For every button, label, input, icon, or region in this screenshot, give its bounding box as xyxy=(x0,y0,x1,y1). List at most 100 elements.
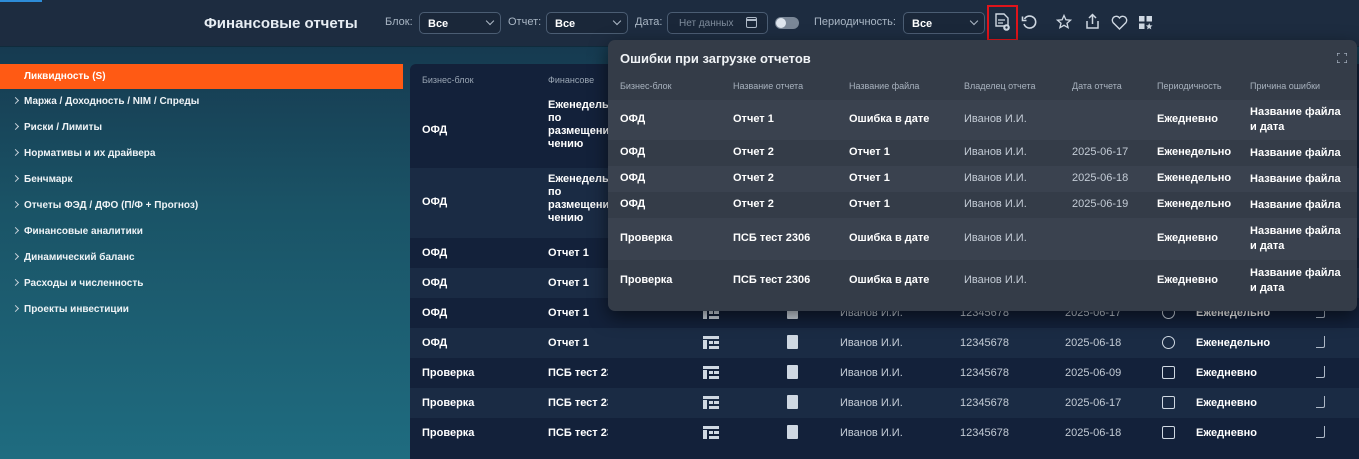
table-row[interactable]: Проверка ПСБ тест 2306 Иванов И.И. 12345678… xyxy=(410,388,1359,418)
highlight-box xyxy=(987,5,1018,41)
row-periodicity: Ежедневно xyxy=(1196,397,1257,409)
popup-cell-reason: Название файла xyxy=(1250,267,1341,279)
popup-cell-owner: Иванов И.И. xyxy=(964,232,1027,244)
document-icon[interactable] xyxy=(787,365,798,379)
load-errors-popup: Ошибки при загрузке отчетов Бизнес-блок … xyxy=(608,40,1357,311)
document-icon[interactable] xyxy=(787,425,798,439)
return-arrow-icon[interactable] xyxy=(1316,396,1325,408)
sidebar-item-label: Маржа / Доходность / NIM / Спреды xyxy=(24,96,200,107)
row-report-name: Отчет 1 xyxy=(548,307,589,319)
sidebar-item-label: Бенчмарк xyxy=(24,174,73,185)
date-toggle[interactable] xyxy=(775,17,799,29)
popup-title: Ошибки при загрузке отчетов xyxy=(620,51,811,66)
sidebar-item-label: Нормативы и их драйвера xyxy=(24,148,156,159)
sidebar-item-label: Ликвидность (S) xyxy=(24,71,106,82)
row-periodicity: Еженедельно xyxy=(1196,337,1271,349)
periodicity-filter-select[interactable]: Все xyxy=(903,12,985,34)
apps-icon[interactable] xyxy=(1138,15,1153,30)
chevron-right-icon xyxy=(11,148,20,157)
row-report-name: ПСБ тест 2306 xyxy=(548,427,608,439)
popup-row[interactable]: Проверка ПСБ тест 2306 Ошибка в дате Иванов… xyxy=(608,218,1357,260)
row-report-name: Еженедельн xyxy=(548,99,608,111)
row-code: 12345678 xyxy=(960,397,1009,409)
report-filter-value: Все xyxy=(555,18,576,30)
chevron-right-icon xyxy=(11,304,20,313)
popup-cell-reason: Название файла xyxy=(1250,199,1341,211)
chevron-right-icon xyxy=(11,174,20,183)
popup-cell-owner: Иванов И.И. xyxy=(964,172,1027,184)
row-report-name: ПСБ тест 2306 xyxy=(548,397,608,409)
chevron-right-icon xyxy=(11,278,20,287)
sidebar-item-fin-analytics[interactable]: Финансовые аналитики xyxy=(0,219,403,245)
date-filter-placeholder: Нет данных xyxy=(679,18,734,29)
top-accent xyxy=(0,0,42,2)
sidebar-item-fed-reports[interactable]: Отчеты ФЭД / ДФО (П/Ф + Прогноз) xyxy=(0,193,403,219)
chevron-right-icon xyxy=(11,252,20,261)
calendar-icon xyxy=(1162,396,1175,409)
grid-view-icon[interactable] xyxy=(703,336,719,349)
row-report-name: по xyxy=(548,186,562,198)
toggle-knob xyxy=(776,18,786,28)
grid-view-icon[interactable] xyxy=(703,396,719,409)
share-icon[interactable] xyxy=(1085,13,1100,30)
return-arrow-icon[interactable] xyxy=(1316,336,1325,348)
table-row[interactable]: ОФД Отчет 1 Иванов И.И. 12345678 2025-06-18 Е… xyxy=(410,328,1359,358)
return-arrow-icon[interactable] xyxy=(1316,366,1325,378)
popup-row[interactable]: ОФД Отчет 2 Отчет 1 Иванов И.И. 2025-06-18 Еж… xyxy=(608,166,1357,192)
row-report-name: Отчет 1 xyxy=(548,277,589,289)
popup-row[interactable]: ОФД Отчет 1 Ошибка в дате Иванов И.И. Ежедне… xyxy=(608,100,1357,140)
table-row[interactable]: Проверка ПСБ тест 2306 Иванов И.И. 12345678… xyxy=(410,418,1359,448)
sidebar-item-investments[interactable]: Проекты инвестиции xyxy=(0,297,403,323)
popup-cell-file: Ошибка в дате xyxy=(849,113,930,125)
grid-view-icon[interactable] xyxy=(703,366,719,379)
row-block: ОФД xyxy=(422,307,448,319)
row-report-name: Еженедельн xyxy=(548,173,608,185)
sidebar-item-benchmark[interactable]: Бенчмарк xyxy=(0,167,403,193)
popup-row[interactable]: ОФД Отчет 2 Отчет 1 Иванов И.И. 2025-06-19 Еж… xyxy=(608,192,1357,218)
popup-header-block: Бизнес-блок xyxy=(620,81,672,91)
row-block: ОФД xyxy=(422,277,448,289)
popup-header-reason: Причина ошибки xyxy=(1250,81,1321,91)
row-code: 12345678 xyxy=(960,367,1009,379)
popup-cell-period: Еженедельно xyxy=(1157,146,1232,158)
document-icon[interactable] xyxy=(787,395,798,409)
document-icon[interactable] xyxy=(787,335,798,349)
popup-cell-block: ОФД xyxy=(620,198,646,210)
popup-cell-block: ОФД xyxy=(620,113,646,125)
sidebar-item-margin[interactable]: Маржа / Доходность / NIM / Спреды xyxy=(0,89,403,115)
popup-header-report: Название отчета xyxy=(733,81,804,91)
report-filter-label: Отчет: xyxy=(508,16,542,28)
row-report-name: ПСБ тест 2306 xyxy=(548,367,608,379)
sidebar-item-liquidity[interactable]: Ликвидность (S) xyxy=(0,64,403,89)
date-filter-input[interactable]: Нет данных xyxy=(667,12,768,34)
popup-row[interactable]: Проверка ПСБ тест 2306 Ошибка в дате Иванов… xyxy=(608,260,1357,302)
row-owner: Иванов И.И. xyxy=(840,427,903,439)
star-icon[interactable] xyxy=(1056,14,1072,30)
heart-icon[interactable] xyxy=(1111,15,1128,30)
row-owner: Иванов И.И. xyxy=(840,397,903,409)
grid-view-icon[interactable] xyxy=(703,426,719,439)
sidebar-item-expenses[interactable]: Расходы и численность xyxy=(0,271,403,297)
sidebar-item-risks[interactable]: Риски / Лимиты xyxy=(0,115,403,141)
popup-row[interactable]: ОФД Отчет 2 Отчет 1 Иванов И.И. 2025-06-17 Еж… xyxy=(608,140,1357,166)
popup-cell-date: 2025-06-19 xyxy=(1072,198,1129,210)
report-filter-select[interactable]: Все xyxy=(546,12,628,34)
table-row[interactable]: Проверка ПСБ тест 2306 Иванов И.И. 12345678… xyxy=(410,358,1359,388)
sidebar-item-dynamic-balance[interactable]: Динамический баланс xyxy=(0,245,403,271)
expand-icon[interactable] xyxy=(1337,53,1347,63)
sidebar-item-normatives[interactable]: Нормативы и их драйвера xyxy=(0,141,403,167)
row-block: Проверка xyxy=(422,367,475,379)
refresh-icon[interactable] xyxy=(1021,14,1038,31)
periodicity-filter-value: Все xyxy=(912,18,933,30)
row-date: 2025-06-18 xyxy=(1065,427,1122,439)
popup-cell-period: Ежедневно xyxy=(1157,113,1218,125)
popup-cell-report: Отчет 1 xyxy=(733,113,774,125)
popup-header-owner: Владелец отчета xyxy=(964,81,1036,91)
popup-cell-owner: Иванов И.И. xyxy=(964,274,1027,286)
return-arrow-icon[interactable] xyxy=(1316,426,1325,438)
popup-cell-period: Ежедневно xyxy=(1157,232,1218,244)
block-filter-select[interactable]: Все xyxy=(419,12,501,34)
sidebar-item-label: Отчеты ФЭД / ДФО (П/Ф + Прогноз) xyxy=(24,200,199,211)
chevron-right-icon xyxy=(11,96,20,105)
row-block: Проверка xyxy=(422,427,475,439)
